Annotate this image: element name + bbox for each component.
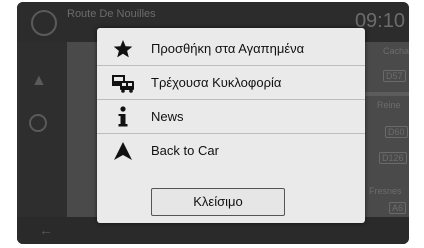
road-number: A6 bbox=[389, 202, 407, 214]
star-icon bbox=[111, 37, 135, 61]
traffic-icon bbox=[111, 71, 135, 95]
back-arrow-icon: ← bbox=[39, 222, 53, 238]
arrow-up-icon: ▲ bbox=[31, 72, 47, 89]
road-number: D57 bbox=[383, 70, 406, 82]
road-number: D126 bbox=[379, 152, 407, 164]
menu-item-label: Τρέχουσα Κυκλοφορία bbox=[151, 75, 282, 90]
menu-item-label: Back to Car bbox=[151, 143, 219, 158]
menu-item-label: Προσθήκη στα Αγαπημένα bbox=[151, 41, 305, 56]
menu-item-current-traffic[interactable]: Τρέχουσα Κυκλοφορία bbox=[97, 66, 365, 100]
navigation-screen: Route De Nouilles 09:10 ▲ ← Cachan D57 R… bbox=[17, 2, 409, 244]
info-icon bbox=[111, 105, 135, 129]
navigation-arrow-icon bbox=[111, 139, 135, 163]
options-popup: Προσθήκη στα Αγαπημένα Τρέχουσα Κυκλοφορ… bbox=[97, 28, 365, 223]
close-button[interactable]: Κλείσιμο bbox=[151, 188, 285, 216]
zoom-in-icon bbox=[29, 114, 47, 132]
menu-item-news[interactable]: News bbox=[97, 100, 365, 134]
map-place-label: Fresnes bbox=[369, 186, 402, 196]
road-number: D60 bbox=[385, 126, 408, 138]
compass-icon bbox=[31, 10, 57, 36]
street-name: Route De Nouilles bbox=[67, 8, 156, 20]
menu-item-add-favourite[interactable]: Προσθήκη στα Αγαπημένα bbox=[97, 32, 365, 66]
map-place-label: Reine bbox=[377, 100, 401, 110]
menu-item-label: News bbox=[151, 109, 184, 124]
menu-item-back-to-car[interactable]: Back to Car bbox=[97, 134, 365, 167]
map-place-label: Cachan bbox=[383, 46, 409, 56]
